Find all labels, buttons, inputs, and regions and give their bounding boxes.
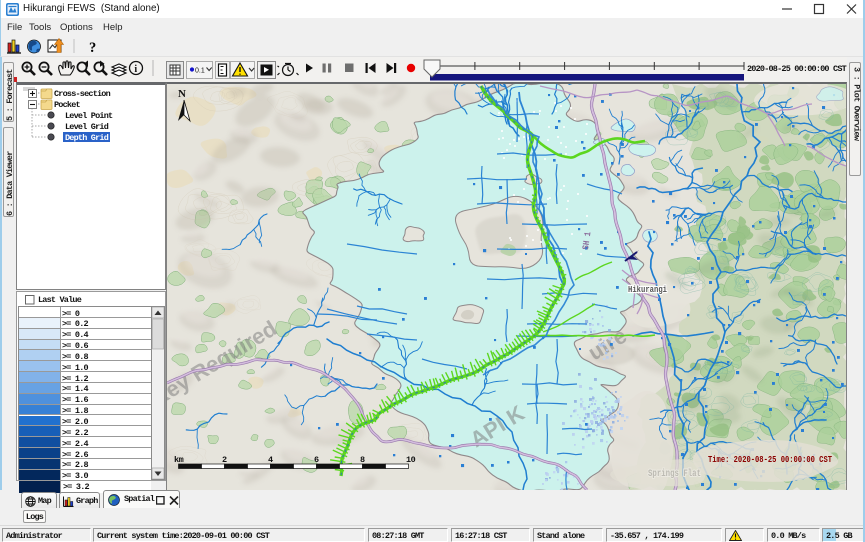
svg-text:Time: 2020-08-25 00:00:00 CST: Time: 2020-08-25 00:00:00 CST [708, 454, 832, 465]
svg-text:km: km [174, 455, 184, 465]
svg-text:0.1: 0.1 [195, 68, 205, 75]
svg-text:Hikurangi: Hikurangi [628, 285, 667, 295]
svg-text:8: 8 [360, 455, 365, 465]
svg-text:?: ? [89, 40, 96, 56]
svg-text:2: 2 [222, 455, 227, 465]
svg-text:10: 10 [406, 455, 416, 465]
svg-text:i: i [134, 64, 137, 75]
svg-text:6: 6 [314, 455, 319, 465]
svg-text:N: N [178, 88, 186, 100]
svg-text:4: 4 [268, 455, 273, 465]
